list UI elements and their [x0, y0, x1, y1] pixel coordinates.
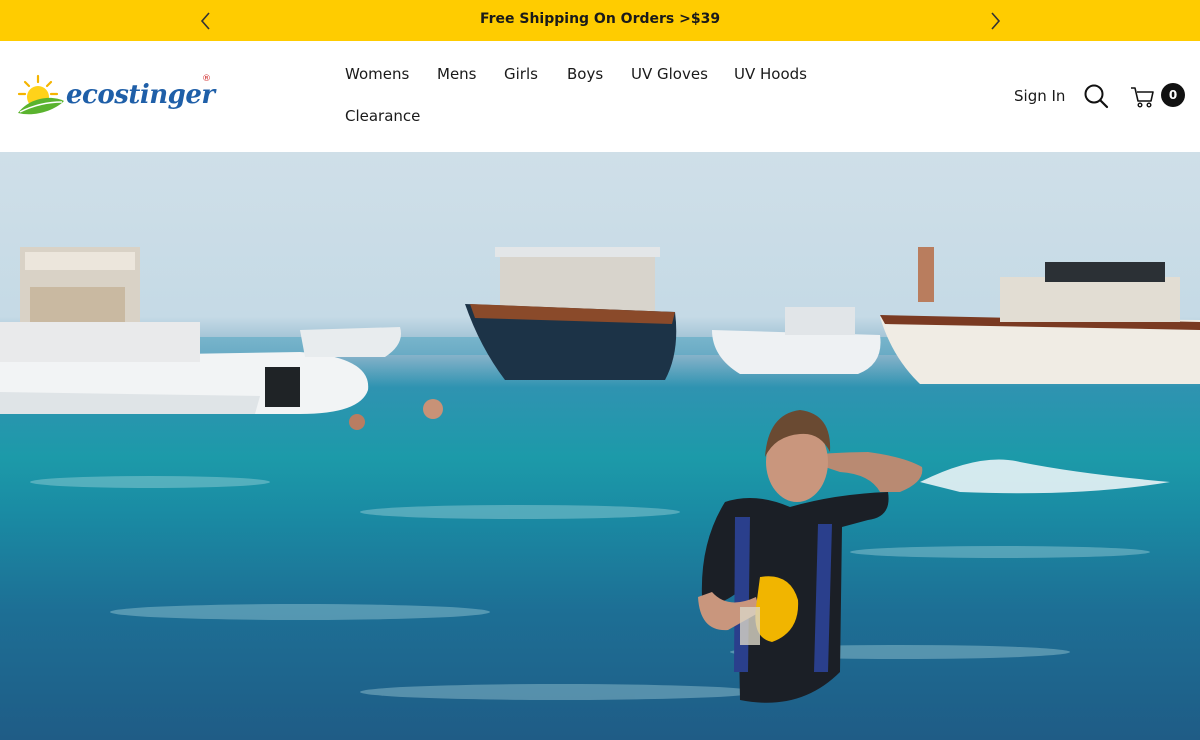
brand-name: ecostinger [66, 80, 215, 110]
sun-leaf-icon [17, 74, 64, 115]
cart-count-badge: 0 [1161, 83, 1185, 107]
nav-item-girls[interactable]: Girls [504, 65, 538, 83]
nav-item-boys[interactable]: Boys [567, 65, 603, 83]
boat-center [465, 247, 677, 380]
nav-item-clearance[interactable]: Clearance [345, 107, 420, 125]
hero-image [0, 247, 1200, 703]
search-icon[interactable] [1083, 83, 1109, 109]
nav-item-mens[interactable]: Mens [437, 65, 477, 83]
nav-item-uv-gloves[interactable]: UV Gloves [631, 65, 708, 83]
sign-in-link[interactable]: Sign In [1014, 87, 1065, 105]
nav-item-womens[interactable]: Womens [345, 65, 409, 83]
registered-mark: ® [202, 74, 211, 84]
nav-item-uv-hoods[interactable]: UV Hoods [734, 65, 807, 83]
announcement-bar: Free Shipping On Orders >$39 [0, 0, 1200, 41]
announcement-text: Free Shipping On Orders >$39 [479, 11, 721, 27]
hero-banner[interactable] [0, 152, 1200, 740]
cart-icon[interactable] [1130, 84, 1156, 110]
boat-right [880, 247, 1200, 384]
chevron-right-icon[interactable] [985, 10, 1005, 32]
site-header: ecostinger ® Womens Mens Girls Boys UV G… [0, 41, 1200, 152]
brand-logo[interactable]: ecostinger ® [16, 71, 216, 123]
